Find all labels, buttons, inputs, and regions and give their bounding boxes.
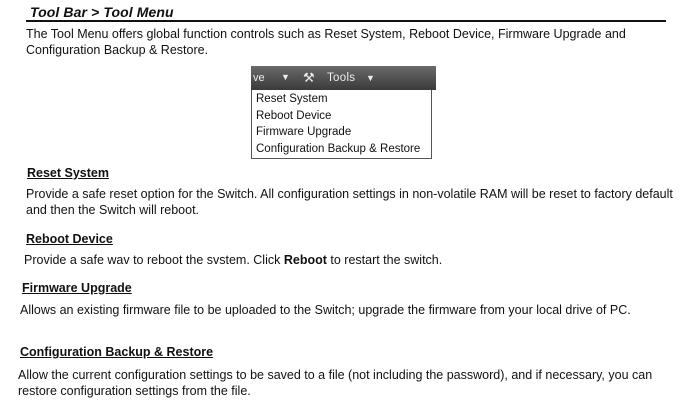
tools-icon[interactable]: ⚒: [303, 70, 315, 86]
menu-item-config-backup-restore[interactable]: Configuration Backup & Restore: [252, 141, 431, 158]
toolbar: ve ▼ ⚒ Tools ▼: [251, 66, 436, 90]
chevron-down-icon[interactable]: ▼: [281, 72, 290, 82]
reboot-device-body: Provide a safe wav to reboot the svstem.…: [24, 252, 684, 268]
intro-paragraph: The Tool Menu offers global function con…: [26, 27, 626, 57]
reset-system-heading: Reset System: [27, 166, 109, 180]
title-divider: [26, 20, 666, 22]
document-page: Tool Bar > Tool Menu The Tool Menu offer…: [0, 0, 700, 413]
chevron-down-icon[interactable]: ▼: [366, 73, 375, 83]
reset-system-body: Provide a safe reset option for the Swit…: [26, 187, 673, 217]
config-backup-body: Allow the current configuration settings…: [18, 368, 653, 398]
tools-dropdown-menu: Reset System Reboot Device Firmware Upgr…: [251, 90, 432, 159]
reboot-body-text-1: Provide a safe wav to reboot the svstem.…: [24, 253, 284, 267]
page-title: Tool Bar > Tool Menu: [30, 4, 174, 20]
menu-item-reset-system[interactable]: Reset System: [252, 91, 431, 108]
menu-item-firmware-upgrade[interactable]: Firmware Upgrade: [252, 124, 431, 141]
menu-item-reboot-device[interactable]: Reboot Device: [252, 108, 431, 125]
tool-menu-screenshot: ve ▼ ⚒ Tools ▼ Reset System Reboot Devic…: [251, 66, 436, 159]
firmware-upgrade-heading: Firmware Upgrade: [22, 281, 132, 295]
config-backup-heading: Configuration Backup & Restore: [20, 345, 214, 359]
firmware-upgrade-body: Allows an existing firmware file to be u…: [20, 303, 631, 317]
toolbar-left-label[interactable]: ve: [253, 72, 265, 84]
reboot-keyword: Reboot: [283, 253, 327, 267]
reboot-device-heading: Reboot Device: [26, 232, 113, 246]
tools-menu-button[interactable]: Tools: [327, 72, 355, 84]
reboot-body-text-2: to restart the switch.: [326, 253, 443, 267]
